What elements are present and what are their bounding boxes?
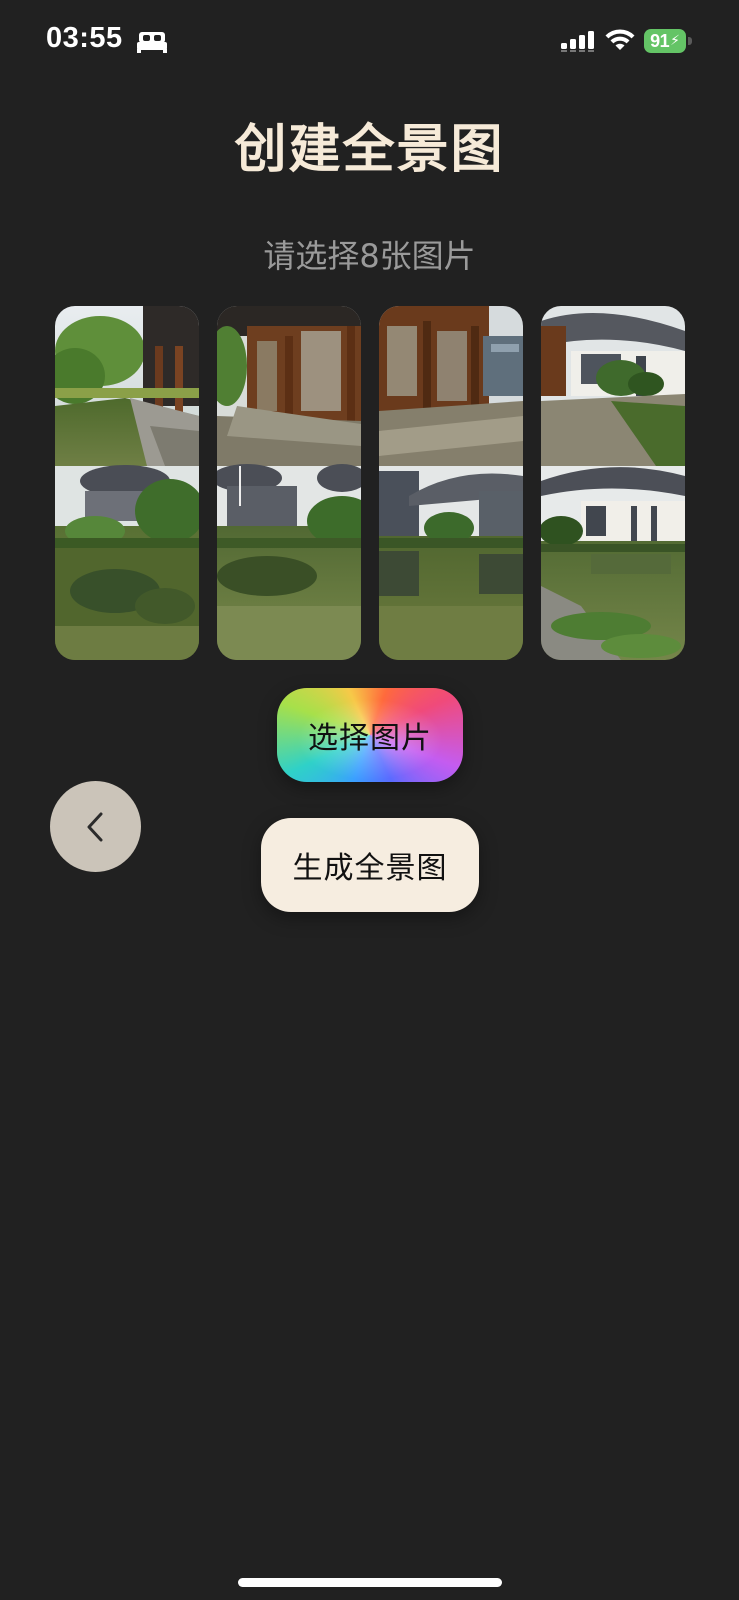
page-subtitle: 请选择8张图片 [263, 237, 476, 275]
select-photos-label: 选择图片 [308, 721, 432, 756]
back-button[interactable] [50, 781, 141, 872]
page-title: 创建全景图 [234, 120, 505, 180]
wifi-icon [605, 29, 635, 50]
sleep-focus-icon [137, 32, 167, 53]
photo-thumbnail-4[interactable] [541, 306, 685, 660]
battery-level: 91 [650, 31, 670, 51]
cellular-signal-icon [561, 31, 594, 52]
home-indicator[interactable] [238, 1578, 502, 1587]
generate-panorama-button[interactable]: 生成全景图 [261, 818, 479, 912]
status-time: 03:55 [46, 22, 123, 54]
charging-bolt-icon: ⚡ [670, 33, 680, 49]
selected-photos-grid [55, 306, 685, 660]
generate-panorama-label: 生成全景图 [292, 851, 448, 886]
photo-thumbnail-2[interactable] [217, 306, 361, 660]
panorama-create-screen: 03:55 91 ⚡ 创建全景图 请选择8张图片 选择图片 生成全景图 [0, 0, 739, 1600]
status-bar: 03:55 91 ⚡ [0, 0, 739, 84]
battery-charging-icon: 91 ⚡ [644, 29, 692, 53]
select-photos-button[interactable]: 选择图片 [277, 688, 463, 782]
battery-tip [688, 37, 692, 45]
chevron-left-icon [87, 812, 102, 841]
battery-body: 91 ⚡ [644, 29, 686, 53]
photo-thumbnail-1[interactable] [55, 306, 199, 660]
photo-thumbnail-3[interactable] [379, 306, 523, 660]
